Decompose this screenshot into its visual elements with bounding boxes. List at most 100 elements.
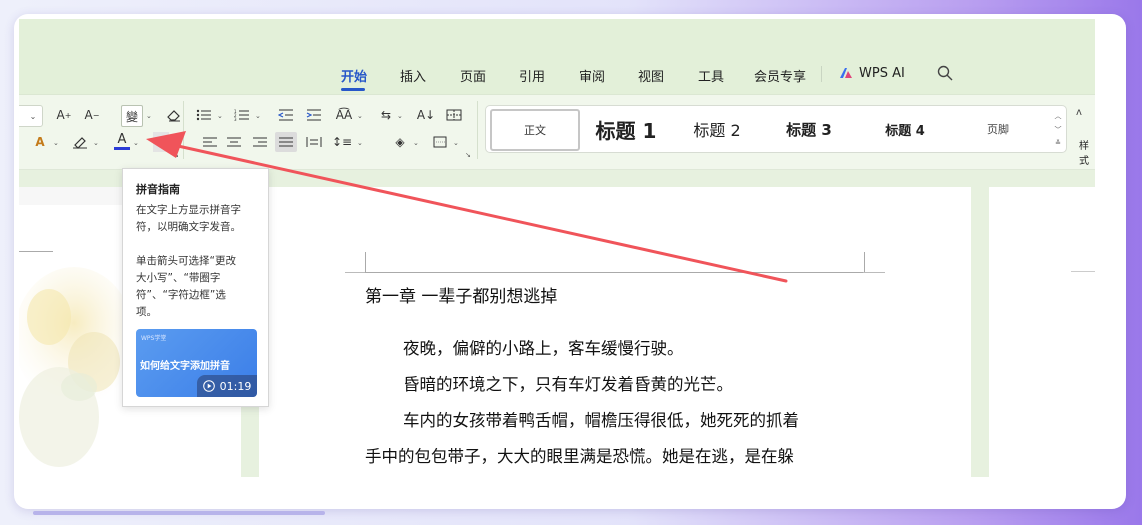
- text-direction-button[interactable]: ⇆: [375, 105, 397, 125]
- borders-chevron-icon[interactable]: ⌄: [453, 139, 459, 147]
- increase-indent-button[interactable]: [303, 105, 325, 125]
- expand-gallery-icon[interactable]: ≚: [1055, 139, 1061, 147]
- style-footer[interactable]: 页脚: [968, 106, 1028, 152]
- paragraph-dialog-launcher-icon[interactable]: ↘: [465, 151, 471, 159]
- video-duration[interactable]: 01:19: [197, 375, 257, 397]
- video-time-label: 01:19: [219, 379, 252, 393]
- tab-references[interactable]: 引用: [519, 66, 545, 85]
- paragraph-3-line-1[interactable]: 车内的女孩带着鸭舌帽，帽檐压得很低，她死死的抓着: [403, 407, 799, 431]
- style-heading-1[interactable]: 标题 1: [586, 106, 666, 152]
- eraser-icon: [167, 110, 180, 122]
- text-direction-chevron-icon[interactable]: ⌄: [397, 112, 403, 120]
- tab-tools[interactable]: 工具: [698, 66, 724, 85]
- phonetic-guide-icon: 變: [125, 109, 138, 124]
- change-case-icon: A͡A: [335, 108, 353, 122]
- align-right-button[interactable]: [249, 132, 271, 152]
- chevron-down-icon[interactable]: ﹀: [1055, 125, 1062, 135]
- bullet-list-icon: [196, 109, 211, 121]
- left-page-margin-mark: [19, 251, 53, 252]
- right-page-margin-mark: [1071, 271, 1095, 272]
- line-spacing-button[interactable]: ↕≡: [331, 132, 353, 152]
- change-case-button[interactable]: A͡A: [333, 105, 355, 125]
- styles-pane-icon[interactable]: ʌ: [1076, 107, 1082, 118]
- font-color-chevron-icon[interactable]: ⌄: [133, 139, 139, 147]
- group-separator: [477, 101, 478, 159]
- styles-pane-label[interactable]: 样式: [1079, 137, 1095, 167]
- style-heading-3[interactable]: 标题 3: [774, 106, 844, 152]
- phonetic-guide-button[interactable]: 變: [121, 105, 143, 127]
- active-tab-indicator: [341, 88, 365, 91]
- align-center-button[interactable]: [223, 132, 245, 152]
- phonetic-guide-chevron-icon[interactable]: ⌄: [146, 112, 152, 120]
- tab-view[interactable]: 视图: [638, 66, 664, 85]
- style-heading-2[interactable]: 标题 2: [682, 106, 752, 152]
- highlight-button[interactable]: [69, 132, 91, 152]
- shading-chevron-icon[interactable]: ⌄: [413, 139, 419, 147]
- paint-bucket-icon: ◈: [395, 135, 405, 149]
- phonetic-guide-tooltip: 拼音指南 在文字上方显示拼音字 符，以明确文字发音。 单击箭头可选择“更改 大小…: [122, 168, 269, 407]
- font-color-button[interactable]: A: [111, 131, 133, 151]
- tab-member[interactable]: 会员专享: [754, 66, 806, 85]
- numbered-list-button[interactable]: 123: [231, 105, 253, 125]
- border-icon: [433, 136, 447, 148]
- tooltip-desc-line-6: 项。: [136, 306, 157, 318]
- tooltip-desc-line-4: 大小写”、“带圈字: [136, 272, 221, 284]
- page-header-area[interactable]: [365, 252, 865, 273]
- tab-review[interactable]: 审阅: [579, 66, 605, 85]
- horizontal-scrollbar[interactable]: [33, 511, 325, 515]
- change-case-chevron-icon[interactable]: ⌄: [357, 112, 363, 120]
- align-left-icon: [203, 137, 217, 147]
- grow-font-button[interactable]: A +: [53, 105, 75, 125]
- highlight-chevron-icon[interactable]: ⌄: [93, 139, 99, 147]
- play-icon: [202, 380, 215, 392]
- char-shading-button[interactable]: A: [153, 132, 169, 152]
- show-marks-button[interactable]: [443, 105, 465, 125]
- tab-page[interactable]: 页面: [460, 66, 486, 85]
- line-spacing-chevron-icon[interactable]: ⌄: [357, 139, 363, 147]
- styles-gallery: 正文 标题 1 标题 2 标题 3 标题 4 页脚: [485, 105, 1067, 153]
- justify-button[interactable]: [275, 132, 297, 152]
- sort-button[interactable]: A↓: [415, 105, 437, 125]
- tab-insert[interactable]: 插入: [400, 66, 426, 85]
- text-effect-icon: A: [35, 135, 45, 149]
- paragraph-2[interactable]: 昏暗的环境之下，只有车灯发着昏黄的光芒。: [403, 371, 733, 395]
- numbered-list-chevron-icon[interactable]: ⌄: [255, 112, 261, 120]
- right-page: [989, 187, 1095, 477]
- chapter-title[interactable]: 第一章 一辈子都别想逃掉: [365, 282, 557, 307]
- font-dialog-launcher-icon[interactable]: ↘: [173, 151, 179, 159]
- tutorial-video-thumbnail[interactable]: WPS学堂 如何给文字添加拼音 01:19: [136, 329, 257, 397]
- bullet-list-chevron-icon[interactable]: ⌄: [217, 112, 223, 120]
- ribbon-tabs: 开始 插入 页面 引用 审阅 视图 工具 会员专享 WPS AI: [19, 19, 1095, 94]
- borders-button[interactable]: [429, 132, 451, 152]
- align-right-icon: [253, 137, 267, 147]
- paragraph-3-line-2[interactable]: 手中的包包带子，大大的眼里满是恐慌。她是在逃，是在躲: [365, 443, 794, 467]
- tab-separator: [821, 66, 822, 82]
- margin-mark-right: [863, 272, 885, 273]
- align-left-button[interactable]: [199, 132, 221, 152]
- justify-icon: [279, 137, 293, 147]
- shrink-font-button[interactable]: A −: [81, 105, 103, 125]
- clear-format-button[interactable]: [163, 105, 185, 125]
- text-effect-chevron-icon[interactable]: ⌄: [53, 139, 59, 147]
- decrease-indent-icon: [278, 109, 293, 121]
- distributed-align-button[interactable]: [303, 132, 325, 152]
- font-size-dropdown[interactable]: ⌄: [19, 105, 43, 127]
- font-color-icon: A: [117, 131, 127, 147]
- shading-button[interactable]: ◈: [389, 132, 411, 152]
- tooltip-desc-line-3: 单击箭头可选择“更改: [136, 255, 236, 267]
- text-effect-button[interactable]: A: [29, 132, 51, 152]
- search-icon[interactable]: [937, 65, 953, 81]
- tab-home[interactable]: 开始: [341, 66, 367, 85]
- style-heading-4[interactable]: 标题 4: [870, 106, 940, 152]
- tooltip-desc-line-1: 在文字上方显示拼音字: [136, 204, 241, 216]
- style-normal[interactable]: 正文: [490, 109, 580, 151]
- wps-writer-app: 开始 插入 页面 引用 审阅 视图 工具 会员专享 WPS AI ⌄ A + A −…: [19, 19, 1095, 477]
- styles-scroll[interactable]: ︿ ﹀ ≚: [1053, 111, 1063, 147]
- tab-wps-ai[interactable]: WPS AI: [859, 66, 905, 81]
- bullet-list-button[interactable]: [193, 105, 215, 125]
- decrease-indent-button[interactable]: [275, 105, 297, 125]
- chevron-up-icon[interactable]: ︿: [1055, 111, 1062, 121]
- paragraph-1[interactable]: 夜晚，偏僻的小路上，客车缓慢行驶。: [403, 335, 684, 359]
- distributed-align-icon: [306, 137, 322, 147]
- tooltip-desc-line-5: 符”、“字符边框”选: [136, 289, 226, 301]
